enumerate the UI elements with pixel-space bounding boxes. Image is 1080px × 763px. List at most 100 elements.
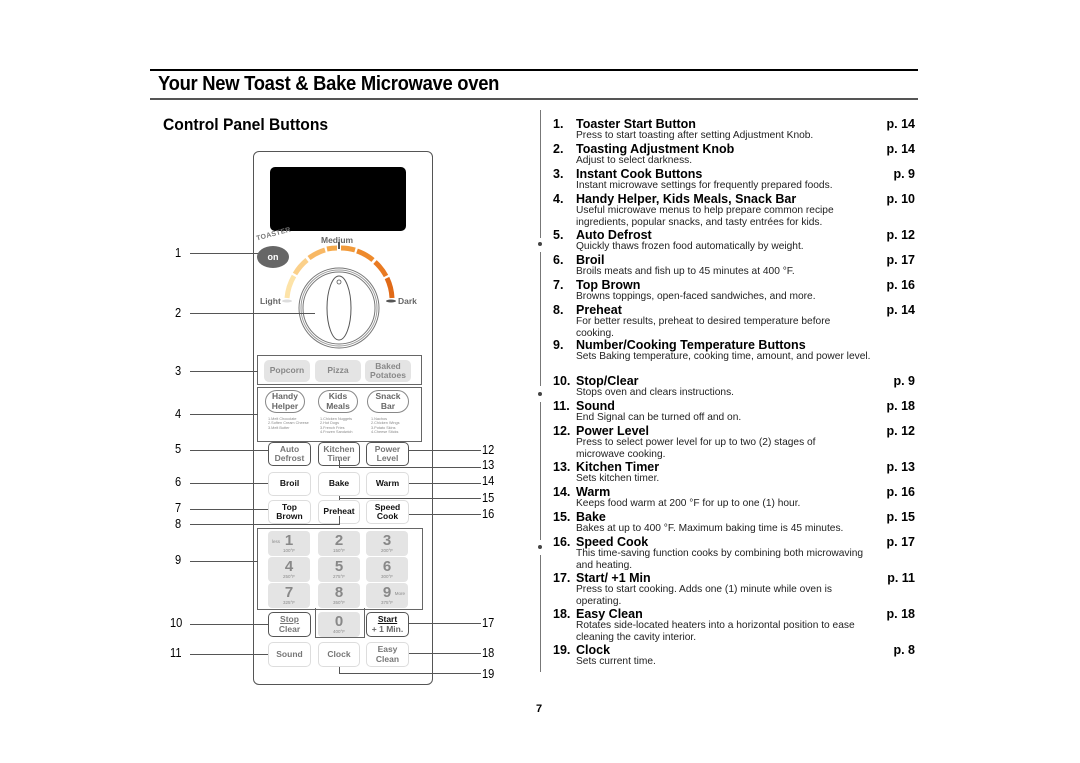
item-page-ref: p. 18	[886, 399, 916, 413]
item-title: Toasting Adjustment Knob	[576, 142, 735, 156]
button-label: Clock	[327, 648, 351, 659]
button-label: + 1 Min.	[371, 623, 404, 634]
bake-button[interactable]: Bake	[318, 472, 360, 496]
item-title: Instant Cook Buttons	[576, 167, 703, 181]
button-label: Helper	[271, 400, 299, 411]
item-page-ref: p. 13	[886, 460, 916, 474]
item-title: Broil	[576, 253, 605, 267]
item-description: Rotates side-located heaters into a hori…	[576, 620, 855, 643]
divider-dot	[538, 545, 542, 549]
handy-helper-button[interactable]: Handy Helper	[265, 390, 305, 413]
speed-cook-button[interactable]: Speed Cook	[366, 500, 409, 524]
button-label: Meals	[326, 400, 350, 411]
number-key-9[interactable]: More 9 375°F	[366, 583, 408, 608]
item-page-ref: p. 8	[893, 643, 915, 657]
callout-line	[409, 514, 481, 515]
button-label: Pizza	[327, 365, 349, 376]
item-number: 6.	[553, 253, 564, 267]
button-label: Broil	[279, 478, 300, 489]
item-title: Number/Cooking Temperature Buttons	[576, 338, 806, 352]
item-page-ref: p. 9	[893, 167, 915, 181]
pizza-button[interactable]: Pizza	[315, 360, 361, 382]
item-description: This time-saving function cooks by combi…	[576, 548, 864, 571]
kids-meals-options: 1.Chicken Nuggets 2.Hot Dogs 3.French Fr…	[320, 417, 353, 435]
divider-segment	[540, 252, 541, 386]
callout-10: 10	[170, 615, 183, 630]
callout-line	[190, 624, 268, 625]
number-key-1[interactable]: less 1 100°F	[268, 531, 310, 556]
key-temperature: 100°F	[282, 548, 296, 553]
kids-meals-button[interactable]: Kids Meals	[318, 390, 358, 413]
number-key-4[interactable]: 4 250°F	[268, 557, 310, 582]
callout-line	[190, 253, 258, 254]
callout-line	[190, 483, 268, 484]
item-number: 9.	[553, 338, 564, 352]
number-key-3[interactable]: 3 200°F	[366, 531, 408, 556]
item-number: 2.	[553, 142, 564, 156]
callout-5: 5	[175, 441, 182, 456]
number-key-8[interactable]: 8 350°F	[318, 583, 360, 608]
warm-button[interactable]: Warm	[366, 472, 409, 496]
key-temperature: 200°F	[380, 548, 394, 553]
divider-segment	[540, 402, 541, 540]
item-number: 1.	[553, 117, 564, 131]
item-page-ref: p. 10	[886, 192, 916, 206]
stop-clear-button[interactable]: Stop Clear	[268, 612, 311, 637]
auto-defrost-button[interactable]: Auto Defrost	[268, 442, 311, 466]
key-digit: 6	[382, 558, 392, 575]
button-label: Defrost	[274, 453, 305, 463]
snack-bar-button[interactable]: Snack Bar	[367, 390, 409, 413]
callout-6: 6	[175, 474, 182, 489]
item-description: Browns toppings, open-faced sandwiches, …	[576, 291, 816, 302]
callout-line	[190, 509, 268, 510]
sound-button[interactable]: Sound	[268, 642, 311, 667]
button-label: Bake	[328, 478, 350, 489]
handy-helper-options: 1.Melt Chocolate 2.Soften Cream Cheese 3…	[268, 417, 309, 430]
key-temperature: 400°F	[332, 629, 346, 634]
callout-line	[409, 450, 481, 451]
item-number: 15.	[553, 510, 571, 524]
callout-line	[190, 313, 315, 314]
item-page-ref: p. 14	[886, 303, 916, 317]
item-title: Kitchen Timer	[576, 460, 660, 474]
divider-dot	[538, 242, 542, 246]
callout-line	[190, 654, 268, 655]
callout-7: 7	[175, 500, 182, 515]
toasting-knob[interactable]	[270, 240, 410, 350]
easy-clean-button[interactable]: Easy Clean	[366, 642, 409, 667]
item-description: Keeps food warm at 200 °F for up to one …	[576, 498, 801, 509]
item-number: 5.	[553, 228, 564, 242]
number-key-5[interactable]: 5 275°F	[318, 557, 360, 582]
callout-line	[339, 498, 481, 499]
item-number: 8.	[553, 303, 564, 317]
number-key-6[interactable]: 6 300°F	[366, 557, 408, 582]
item-title: Sound	[576, 399, 615, 413]
item-title: Toaster Start Button	[576, 117, 696, 131]
top-rule	[150, 69, 918, 71]
power-level-button[interactable]: Power Level	[366, 442, 409, 466]
popcorn-button[interactable]: Popcorn	[264, 360, 310, 382]
item-description: End Signal can be turned off and on.	[576, 412, 742, 423]
item-page-ref: p. 11	[887, 571, 915, 585]
callout-line	[190, 450, 268, 451]
callout-line	[190, 414, 258, 415]
item-description: Useful microwave menus to help prepare c…	[576, 205, 834, 228]
item-number: 11.	[553, 399, 570, 413]
baked-potatoes-button[interactable]: Baked Potatoes	[365, 360, 411, 382]
number-key-0[interactable]: 0 400°F	[318, 612, 360, 637]
key-temperature: 325°F	[282, 600, 296, 605]
item-description: Quickly thaws frozen food automatically …	[576, 241, 804, 252]
item-number: 17.	[553, 571, 571, 585]
clock-button[interactable]: Clock	[318, 642, 360, 667]
display-screen	[270, 167, 406, 231]
item-page-ref: p. 16	[886, 278, 916, 292]
callout-line	[190, 561, 258, 562]
start-plus-one-min-button[interactable]: Start + 1 Min.	[366, 612, 409, 637]
number-key-7[interactable]: 7 325°F	[268, 583, 310, 608]
key-temperature: 375°F	[380, 600, 394, 605]
page-number: 7	[536, 703, 543, 715]
broil-button[interactable]: Broil	[268, 472, 311, 496]
top-brown-button[interactable]: Top Brown	[268, 500, 311, 524]
number-key-2[interactable]: 2 150°F	[318, 531, 360, 556]
item-page-ref: p. 14	[886, 117, 916, 131]
